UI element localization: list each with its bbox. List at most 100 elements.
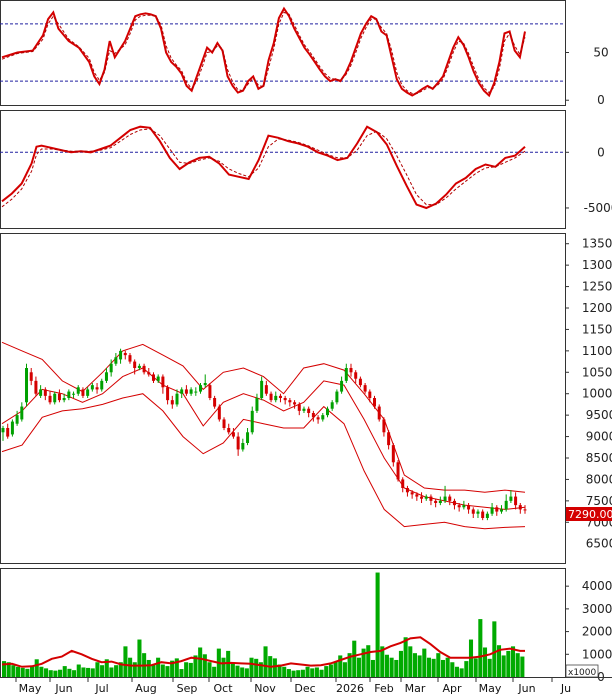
volume-bar bbox=[459, 668, 464, 677]
volume-bar bbox=[436, 653, 441, 677]
candle-body bbox=[95, 387, 99, 390]
volume-bar bbox=[487, 658, 492, 677]
candle-body bbox=[104, 372, 108, 381]
volume-bar bbox=[426, 657, 432, 677]
y-tick-label: 12000 bbox=[582, 301, 612, 315]
volume-bar bbox=[520, 656, 525, 677]
candle-body bbox=[396, 462, 400, 480]
y-tick-label: 11000 bbox=[582, 344, 612, 358]
candle-body bbox=[48, 395, 52, 403]
candle-body bbox=[67, 391, 71, 398]
candle-body bbox=[246, 432, 250, 443]
candle-body bbox=[410, 492, 414, 495]
volume-bar bbox=[34, 659, 39, 677]
candle-body bbox=[429, 496, 433, 501]
candle-body bbox=[34, 380, 38, 394]
candle-body bbox=[241, 443, 245, 450]
volume-bar bbox=[440, 659, 446, 677]
volume-bar bbox=[300, 669, 305, 677]
candle-body bbox=[485, 513, 489, 518]
x-tick-label: Dec bbox=[294, 682, 315, 695]
candle-body bbox=[43, 389, 47, 396]
volume-bar bbox=[403, 637, 408, 677]
volume-bar bbox=[132, 662, 137, 677]
bollinger-lower bbox=[1, 393, 526, 530]
volume-bar bbox=[81, 667, 86, 677]
volume-bar bbox=[188, 662, 193, 677]
x-tick-label: Jun bbox=[517, 682, 535, 695]
volume-bar bbox=[67, 668, 72, 677]
y-tick-label: -5000 bbox=[584, 201, 612, 215]
x-axis: May Jun Jul Aug Sep Oct Nov Dec 2026 Feb Mar Apr May… bbox=[0, 677, 612, 695]
volume-bar bbox=[319, 669, 324, 677]
candle-body bbox=[495, 507, 499, 512]
candle-body bbox=[401, 479, 405, 488]
candle-body bbox=[476, 511, 480, 514]
candle-body bbox=[373, 398, 377, 407]
volume-bar bbox=[53, 670, 58, 677]
y-tick-label: 10000 bbox=[582, 647, 612, 661]
volume-bar bbox=[100, 665, 105, 677]
price-panel: 7000750080008500900095001000010500110001… bbox=[0, 233, 612, 564]
candle-body bbox=[344, 368, 348, 381]
candle-body bbox=[114, 357, 118, 364]
panel-frame bbox=[0, 233, 566, 564]
candle-body bbox=[260, 380, 264, 398]
candle-body bbox=[438, 500, 442, 503]
y-tick-label: 40000 bbox=[582, 579, 612, 593]
candle-body bbox=[213, 398, 217, 407]
volume-bar bbox=[510, 646, 516, 677]
volume-bar bbox=[272, 658, 277, 677]
volume-bar bbox=[137, 639, 142, 677]
volume-bar bbox=[128, 657, 133, 677]
y-tick-label: 8500 bbox=[586, 451, 612, 465]
volume-bar bbox=[412, 653, 417, 677]
last-price-text: 7290.00 bbox=[568, 508, 612, 521]
volume-bar bbox=[58, 669, 63, 677]
candle-body bbox=[189, 389, 193, 394]
candle-body bbox=[57, 393, 61, 401]
candle-body bbox=[166, 387, 170, 401]
candle-body bbox=[194, 391, 198, 393]
y-tick-label-extra: 6500 bbox=[586, 537, 612, 551]
candle-body bbox=[335, 391, 339, 403]
candle-body bbox=[133, 361, 137, 368]
x-tick-label: Apr bbox=[442, 682, 462, 695]
candle-body bbox=[288, 400, 292, 403]
candle-body bbox=[452, 500, 456, 506]
volume-bar bbox=[296, 670, 301, 677]
volume-bar bbox=[109, 667, 114, 677]
x-tick-label: Nov bbox=[254, 682, 276, 695]
volume-bar bbox=[501, 655, 506, 677]
candle-body bbox=[509, 496, 513, 501]
candle-body bbox=[382, 419, 386, 433]
y-tick-label: 50 bbox=[593, 46, 608, 60]
volume-bar bbox=[184, 662, 189, 677]
volume-bar bbox=[39, 666, 44, 677]
candle-body bbox=[217, 406, 221, 420]
candle-body bbox=[316, 417, 320, 420]
volume-bar bbox=[235, 665, 240, 677]
candle-body bbox=[6, 428, 10, 437]
candle-body bbox=[448, 496, 452, 501]
candle-body bbox=[325, 408, 329, 416]
candle-body bbox=[434, 500, 438, 503]
volume-bar bbox=[478, 619, 483, 677]
candle-body bbox=[523, 509, 527, 511]
volume-bar bbox=[90, 668, 95, 677]
candle-body bbox=[514, 496, 518, 506]
candle-body bbox=[199, 385, 203, 392]
candle-body bbox=[321, 415, 325, 420]
candle-body bbox=[467, 505, 471, 510]
x-tick-label: Aug bbox=[135, 682, 156, 695]
x-tick-label: Ju bbox=[560, 682, 571, 695]
y-tick-label: 8000 bbox=[586, 472, 612, 486]
candle-body bbox=[1, 428, 5, 433]
candle-body bbox=[307, 408, 311, 413]
candle-body bbox=[180, 389, 184, 394]
volume-bar bbox=[114, 665, 119, 677]
candle-body bbox=[264, 385, 268, 394]
volume-bar bbox=[44, 668, 49, 677]
oscillator-panel: 0 50 bbox=[0, 0, 609, 107]
candle-body bbox=[151, 374, 155, 381]
